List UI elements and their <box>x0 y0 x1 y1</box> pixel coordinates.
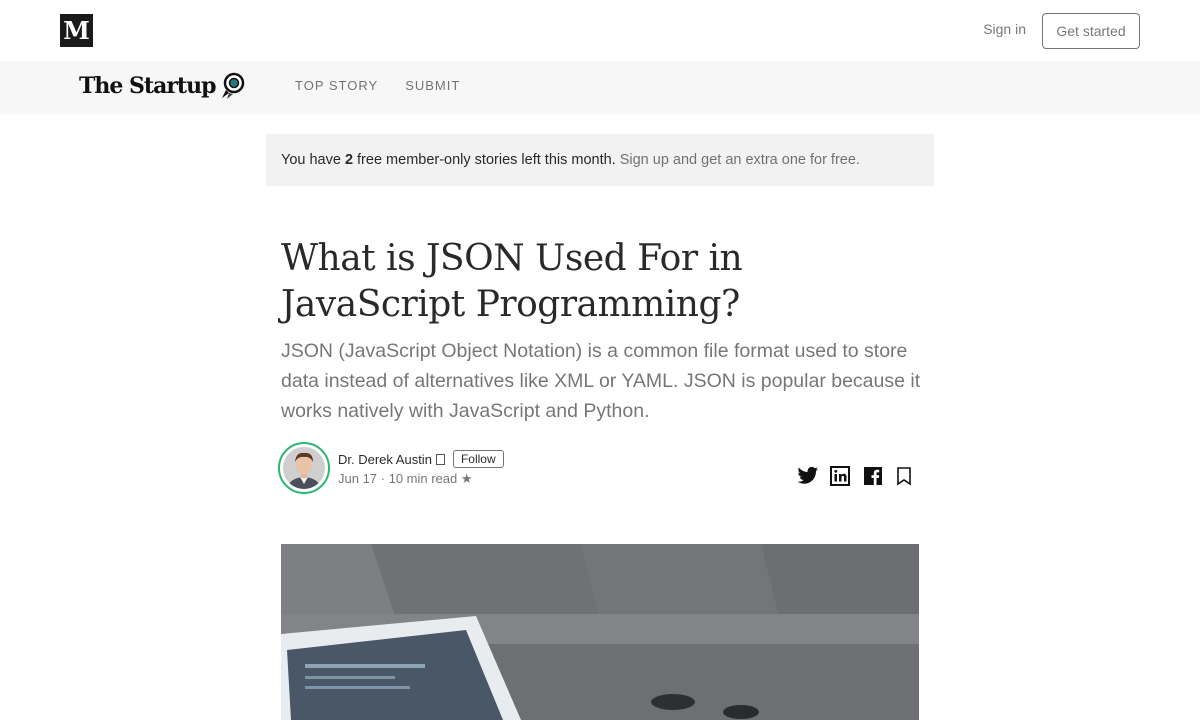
follow-button[interactable]: Follow <box>452 450 504 468</box>
author-photo <box>283 447 325 489</box>
meter-signup-cta[interactable]: Sign up and get an extra one for free. <box>620 152 860 168</box>
hero-photo-laptop-couch <box>281 544 919 720</box>
top-bar: M Sign in Get started <box>0 0 1200 61</box>
meter-count: 2 <box>344 152 354 168</box>
author-name[interactable]: Dr. Derek Austin <box>338 452 432 467</box>
member-meter-banner: You have 2 free member-only stories left… <box>266 134 934 186</box>
rocket-icon <box>222 72 245 99</box>
share-bar <box>797 466 916 486</box>
author-avatar[interactable] <box>278 442 330 494</box>
author-line: Dr. Derek Austin Follow <box>338 450 504 468</box>
publication-nav: TOP STORY SUBMIT <box>295 78 460 93</box>
meter-suffix: free member-only stories left this month… <box>357 152 616 168</box>
publication-name: The Startup <box>79 73 216 99</box>
twitter-icon[interactable] <box>797 466 819 486</box>
facebook-icon[interactable] <box>863 466 883 486</box>
publication-bar: The Startup TOP STORY SUBMIT <box>0 61 1200 111</box>
meter-prefix: You have <box>281 152 341 168</box>
nav-top-story[interactable]: TOP STORY <box>295 78 378 93</box>
publication-logo[interactable]: The Startup <box>79 71 249 101</box>
member-star-icon <box>435 453 445 465</box>
article-title: What is JSON Used For in JavaScript Prog… <box>281 238 743 325</box>
sign-in-link[interactable]: Sign in <box>983 21 1026 37</box>
article-hero-image <box>281 544 919 720</box>
article-meta: Jun 17 · 10 min read ★ <box>338 471 473 486</box>
article-subtitle: JSON (JavaScript Object Notation) is a c… <box>281 340 921 422</box>
linkedin-icon[interactable] <box>830 466 850 486</box>
bookmark-icon[interactable] <box>896 466 916 486</box>
nav-submit[interactable]: SUBMIT <box>405 78 460 93</box>
medium-logo[interactable]: M <box>60 14 93 47</box>
get-started-button[interactable]: Get started <box>1042 13 1140 49</box>
